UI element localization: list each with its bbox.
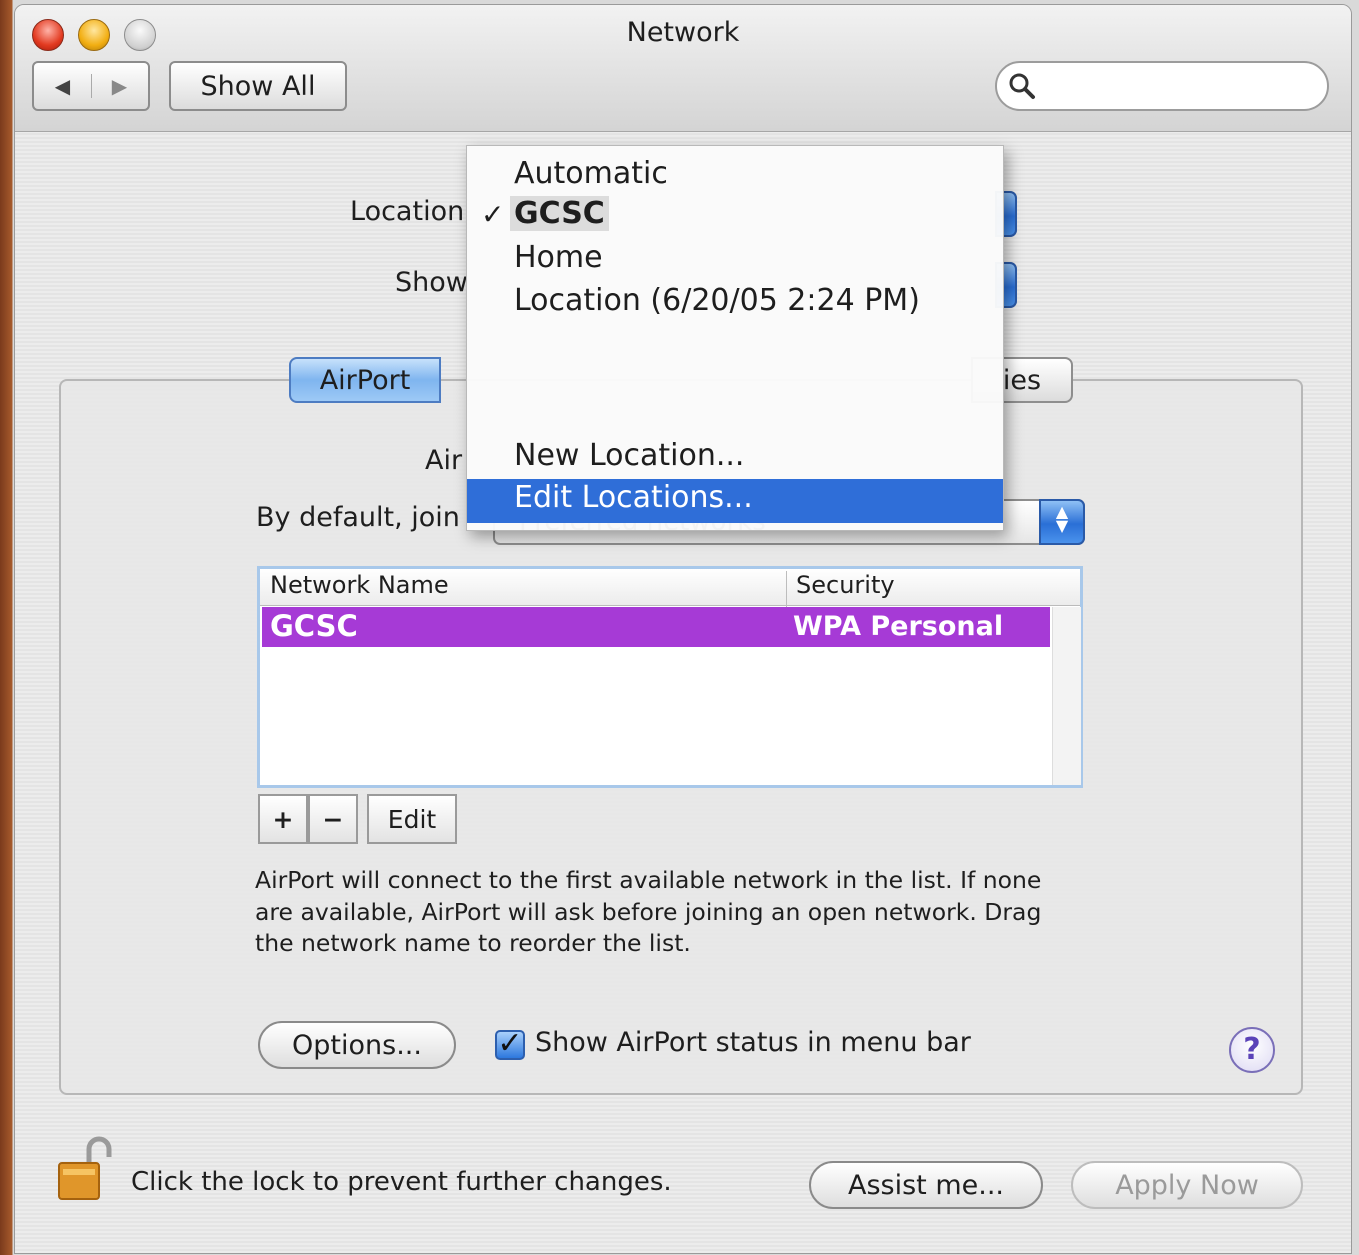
table-scrollbar[interactable] — [1052, 607, 1081, 785]
search-field[interactable] — [995, 61, 1329, 111]
search-input[interactable] — [1043, 69, 1317, 103]
column-header-security[interactable]: Security — [796, 571, 895, 599]
assist-me-button[interactable]: Assist me... — [809, 1161, 1043, 1209]
table-header: Network Name Security — [260, 569, 1080, 607]
back-arrow-icon[interactable]: ◀ — [35, 74, 92, 98]
join-label: By default, join — [256, 502, 460, 533]
remove-network-button[interactable]: − — [308, 794, 358, 844]
show-label: Show — [395, 267, 468, 298]
location-dropdown-menu: Automatic ✓ GCSC Home Location (6/20/05 … — [466, 145, 1004, 531]
checkmark-icon: ✓ — [481, 198, 505, 231]
menu-item-new-location[interactable]: New Location... — [514, 438, 744, 473]
menu-item-gcsc[interactable]: GCSC — [510, 196, 609, 231]
show-status-checkbox[interactable]: ✓ — [495, 1029, 525, 1060]
lock-icon[interactable] — [55, 1135, 117, 1203]
menu-item-location-dated[interactable]: Location (6/20/05 2:24 PM) — [514, 283, 920, 318]
window-title: Network — [626, 17, 740, 48]
column-divider — [786, 571, 787, 607]
popup-arrows-icon: ▲ ▼ — [1039, 499, 1085, 545]
apply-now-button[interactable]: Apply Now — [1071, 1161, 1303, 1209]
back-forward-control: ◀ ▶ — [32, 61, 150, 111]
menu-item-home[interactable]: Home — [514, 240, 603, 275]
show-status-label: Show AirPort status in menu bar — [535, 1027, 971, 1058]
show-all-button[interactable]: Show All — [169, 61, 347, 111]
help-icon[interactable]: ? — [1229, 1027, 1275, 1073]
column-header-network-name[interactable]: Network Name — [270, 571, 449, 599]
forward-arrow-icon[interactable]: ▶ — [92, 74, 148, 98]
edit-network-button[interactable]: Edit — [367, 794, 457, 844]
table-row[interactable]: GCSC WPA Personal — [262, 607, 1050, 647]
airport-power-label: Air — [425, 445, 463, 476]
menu-item-automatic[interactable]: Automatic — [514, 156, 668, 191]
network-name-cell: GCSC — [270, 609, 358, 643]
options-button[interactable]: Options... — [258, 1021, 456, 1069]
preferred-networks-table[interactable]: Network Name Security GCSC WPA Personal — [257, 566, 1083, 788]
help-description-text: AirPort will connect to the first availa… — [255, 866, 1042, 957]
add-network-button[interactable]: + — [258, 794, 308, 844]
network-preferences-window: Network ◀ ▶ Show All Location Show AirPo… — [14, 4, 1352, 1254]
tab-airport[interactable]: AirPort — [289, 357, 441, 403]
search-icon — [1009, 73, 1035, 99]
menu-item-edit-locations[interactable]: Edit Locations... — [514, 480, 753, 515]
title-bar: Network ◀ ▶ Show All — [15, 5, 1351, 132]
lock-message: Click the lock to prevent further change… — [131, 1167, 672, 1197]
location-label: Location — [350, 196, 465, 227]
security-cell: WPA Personal — [793, 611, 1004, 642]
